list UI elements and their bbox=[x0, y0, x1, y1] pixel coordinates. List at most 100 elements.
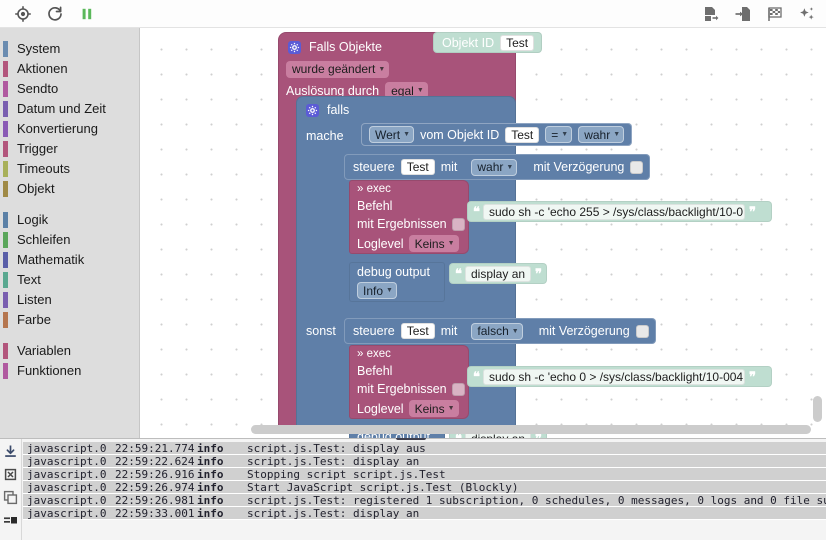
then-debug-severity-dropdown[interactable]: Info ▼ bbox=[357, 282, 397, 299]
chevron-down-icon: ▼ bbox=[561, 131, 569, 138]
then-control-value: wahr bbox=[477, 160, 504, 174]
category-color-swatch bbox=[3, 121, 8, 137]
else-exec-header: » exec bbox=[357, 348, 391, 360]
else-control-value-dropdown[interactable]: falsch ▼ bbox=[471, 322, 523, 340]
else-exec-command-field[interactable]: sudo sh -c 'echo 0 > /sys/class/backligh… bbox=[483, 368, 745, 385]
category-color-swatch bbox=[3, 61, 8, 77]
condition-left-dropdown[interactable]: Wert ▼ bbox=[369, 126, 415, 143]
log-row[interactable]: javascript.0 22:59:26.916 info Stopping … bbox=[23, 468, 826, 481]
sidebar-item-objekt[interactable]: Objekt bbox=[0, 179, 139, 199]
sidebar-item-label: Text bbox=[17, 272, 41, 287]
condition-operator-value: = bbox=[551, 127, 559, 142]
then-debug-text-field[interactable]: display an bbox=[465, 265, 532, 282]
chevron-down-icon: ▼ bbox=[506, 163, 514, 171]
sidebar-item-system[interactable]: System bbox=[0, 39, 139, 59]
else-delay-checkbox[interactable] bbox=[635, 324, 649, 338]
then-control-value-dropdown[interactable]: wahr ▼ bbox=[471, 158, 518, 176]
gear-icon[interactable] bbox=[288, 40, 301, 54]
quote-open-icon: ❝ bbox=[473, 203, 480, 219]
else-exec-results-checkbox[interactable] bbox=[451, 382, 465, 396]
sidebar-item-listen[interactable]: Listen bbox=[0, 290, 139, 310]
else-keyword-label: sonst bbox=[306, 324, 336, 338]
then-debug-output-block[interactable]: debug output Info ▼ bbox=[349, 262, 445, 302]
checkered-flag-icon[interactable] bbox=[766, 5, 784, 23]
export-blocks-icon[interactable] bbox=[702, 5, 720, 23]
object-id-value-block[interactable]: Objekt ID Test bbox=[433, 32, 543, 53]
sidebar-item-schleifen[interactable]: Schleifen bbox=[0, 230, 139, 250]
else-exec-command-label: Befehl bbox=[357, 364, 393, 378]
else-exec-results-label: mit Ergebnissen bbox=[357, 382, 447, 396]
then-exec-header: » exec bbox=[357, 183, 391, 195]
then-debug-label-row: debug output bbox=[349, 262, 445, 281]
log-row[interactable]: javascript.0 22:59:33.001 info script.js… bbox=[23, 507, 826, 520]
sidebar-item-label: Listen bbox=[17, 292, 52, 307]
log-row[interactable]: javascript.0 22:59:26.974 info Start Jav… bbox=[23, 481, 826, 494]
sidebar-item-konvertierung[interactable]: Konvertierung bbox=[0, 119, 139, 139]
sidebar-item-mathematik[interactable]: Mathematik bbox=[0, 250, 139, 270]
reload-icon[interactable] bbox=[46, 5, 64, 23]
sidebar-item-timeouts[interactable]: Timeouts bbox=[0, 159, 139, 179]
sidebar-item-farbe[interactable]: Farbe bbox=[0, 310, 139, 330]
blockly-workspace-canvas[interactable]: Falls Objekte wurde geändert ▼ Auslösung… bbox=[141, 28, 826, 438]
category-color-swatch bbox=[3, 292, 8, 308]
sidebar-item-aktionen[interactable]: Aktionen bbox=[0, 59, 139, 79]
then-exec-results-checkbox[interactable] bbox=[451, 217, 465, 231]
then-exec-loglevel-dropdown[interactable]: Keins ▼ bbox=[408, 235, 459, 252]
workspace-horizontal-scrollbar[interactable] bbox=[251, 425, 811, 434]
log-level-icon[interactable] bbox=[3, 513, 18, 528]
then-delay-checkbox[interactable] bbox=[630, 160, 644, 174]
sidebar-item-trigger[interactable]: Trigger bbox=[0, 139, 139, 159]
sidebar-item-logik[interactable]: Logik bbox=[0, 210, 139, 230]
else-exec-loglevel-dropdown[interactable]: Keins ▼ bbox=[408, 400, 459, 417]
log-row[interactable]: javascript.0 22:59:26.981 info script.js… bbox=[23, 494, 826, 507]
then-control-with-label: mit bbox=[440, 160, 458, 174]
sparkles-icon[interactable] bbox=[798, 5, 816, 23]
toolbar-left-group bbox=[14, 0, 96, 28]
pause-icon[interactable] bbox=[78, 5, 96, 23]
sidebar-item-variablen[interactable]: Variablen bbox=[0, 341, 139, 361]
then-control-block[interactable]: steuere Test mit wahr ▼ mit Verzögerung bbox=[344, 154, 651, 180]
then-control-target[interactable]: Test bbox=[400, 159, 435, 175]
log-row[interactable]: javascript.0 22:59:22.624 info script.js… bbox=[23, 455, 826, 468]
else-control-block[interactable]: steuere Test mit falsch ▼ mit Verzögerun… bbox=[344, 318, 656, 344]
toolbox-sidebar[interactable]: System Aktionen Sendto Datum und Zeit Ko… bbox=[0, 28, 140, 438]
then-exec-results-label: mit Ergebnissen bbox=[357, 217, 447, 231]
log-source: javascript.0 bbox=[27, 442, 107, 455]
toolbox-group-core: Logik Schleifen Mathematik Text Listen F… bbox=[0, 210, 139, 330]
log-level: info bbox=[197, 454, 224, 468]
condition-compare-block[interactable]: Wert ▼ vom Objekt ID Test = ▼ wahr ▼ bbox=[361, 123, 633, 146]
sidebar-item-text[interactable]: Text bbox=[0, 270, 139, 290]
trash-log-icon[interactable] bbox=[3, 467, 18, 482]
gear-icon[interactable] bbox=[306, 103, 319, 117]
sidebar-item-sendto[interactable]: Sendto bbox=[0, 79, 139, 99]
else-exec-block[interactable]: » exec Befehl mit Ergebnissen Loglevel K… bbox=[349, 345, 469, 419]
then-exec-block[interactable]: » exec Befehl mit Ergebnissen Loglevel K… bbox=[349, 180, 469, 254]
log-source: javascript.0 bbox=[27, 480, 107, 494]
trigger-mode-dropdown[interactable]: wurde geändert ▼ bbox=[286, 60, 390, 78]
log-row[interactable]: javascript.0 22:59:21.774 info script.js… bbox=[23, 442, 826, 455]
sidebar-item-funktionen[interactable]: Funktionen bbox=[0, 361, 139, 381]
category-color-swatch bbox=[3, 212, 8, 228]
sidebar-item-datum-und-zeit[interactable]: Datum und Zeit bbox=[0, 99, 139, 119]
log-panel-resizer-wrap bbox=[0, 435, 826, 440]
category-color-swatch bbox=[3, 272, 8, 288]
copy-log-icon[interactable] bbox=[3, 490, 18, 505]
condition-right-value: wahr bbox=[584, 127, 611, 142]
else-control-target[interactable]: Test bbox=[400, 323, 435, 339]
blockly-editor-window: System Aktionen Sendto Datum und Zeit Ko… bbox=[0, 0, 826, 540]
then-debug-text-block[interactable]: ❝ display an ❞ bbox=[449, 263, 548, 284]
condition-right-dropdown[interactable]: wahr ▼ bbox=[578, 126, 625, 143]
import-blocks-icon[interactable] bbox=[734, 5, 752, 23]
workspace-vertical-scrollbar[interactable] bbox=[813, 396, 822, 422]
log-timestamp: 22:59:26.981 bbox=[115, 493, 195, 507]
then-exec-command-field[interactable]: sudo sh -c 'echo 255 > /sys/class/backli… bbox=[483, 203, 745, 220]
object-id-field[interactable]: Test bbox=[500, 34, 535, 51]
center-target-icon[interactable] bbox=[14, 5, 32, 23]
then-exec-command-string-block[interactable]: ❝ sudo sh -c 'echo 255 > /sys/class/back… bbox=[467, 201, 772, 222]
condition-object-id-field[interactable]: Test bbox=[505, 126, 540, 143]
log-rows-container[interactable]: javascript.0 22:59:21.774 info script.js… bbox=[23, 442, 826, 540]
download-log-icon[interactable] bbox=[3, 444, 18, 459]
condition-operator-dropdown[interactable]: = ▼ bbox=[545, 126, 573, 143]
object-id-label: Objekt ID bbox=[442, 35, 495, 50]
else-exec-command-string-block[interactable]: ❝ sudo sh -c 'echo 0 > /sys/class/backli… bbox=[467, 366, 772, 387]
